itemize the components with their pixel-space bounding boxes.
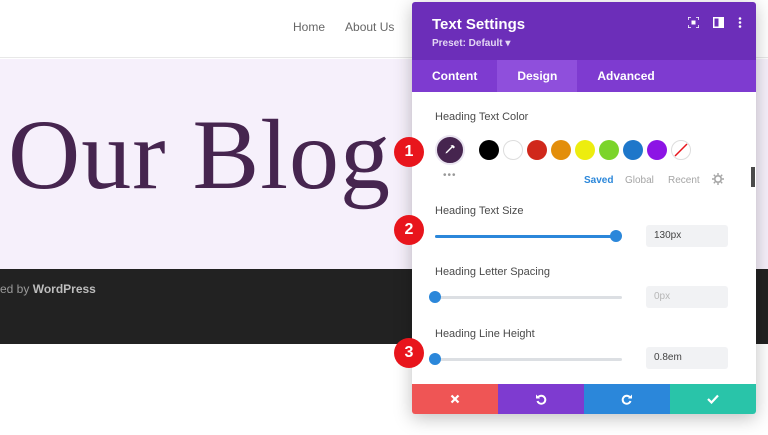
hero-title[interactable]: Our Blog (8, 105, 391, 205)
page: Home About Us S Our Blog ed by WordPress… (0, 0, 768, 435)
modal-scrollbar[interactable] (751, 167, 755, 187)
nav-item-about[interactable]: About Us (345, 20, 394, 34)
heading-letter-spacing-label: Heading Letter Spacing (435, 266, 550, 278)
heading-line-height-label: Heading Line Height (435, 328, 535, 340)
heading-text-size-slider[interactable] (435, 230, 623, 242)
swatch-orange[interactable] (551, 140, 571, 160)
preset-dropdown[interactable]: Preset: Default ▾ (432, 38, 510, 49)
swatch-clear[interactable] (671, 140, 691, 160)
more-icon[interactable] (738, 17, 742, 31)
heading-text-color-label: Heading Text Color (435, 111, 529, 123)
fullscreen-icon[interactable] (687, 16, 700, 31)
sidebar-icon[interactable] (713, 17, 724, 31)
more-colors-icon[interactable]: ••• (443, 170, 457, 181)
undo-button[interactable] (498, 384, 584, 414)
footer-credit: ed by WordPress (0, 282, 96, 296)
slider-handle[interactable] (610, 230, 623, 242)
footer-prefix: ed by (0, 282, 33, 296)
swatch-red[interactable] (527, 140, 547, 160)
heading-letter-spacing-input[interactable]: 0px (646, 286, 728, 308)
modal-tabs: Content Design Advanced (412, 60, 756, 92)
tab-advanced[interactable]: Advanced (577, 60, 674, 92)
modal-header: Text Settings Preset: Default ▾ (412, 2, 756, 60)
close-icon (450, 394, 460, 404)
tab-design[interactable]: Design (497, 60, 578, 92)
heading-letter-spacing-slider[interactable] (429, 291, 622, 303)
modal-header-icons (687, 16, 742, 31)
step-marker-3: 3 (394, 338, 424, 368)
cancel-button[interactable] (412, 384, 498, 414)
heading-line-height-input[interactable]: 0.8em (646, 347, 728, 369)
eyedropper-icon (445, 145, 455, 155)
swatch-white[interactable] (503, 140, 523, 160)
swatch-green[interactable] (599, 140, 619, 160)
slider-fill (435, 235, 617, 238)
no-color-icon (674, 143, 688, 157)
swatch-purple[interactable] (647, 140, 667, 160)
footer-brand[interactable]: WordPress (33, 282, 96, 296)
undo-icon (536, 394, 547, 405)
modal-body: Heading Text Color ••• Saved Global Rece… (412, 92, 756, 384)
slider-handle[interactable] (429, 291, 441, 303)
step-marker-2: 2 (394, 215, 424, 245)
text-settings-modal: Text Settings Preset: Default ▾ Content … (412, 2, 756, 414)
gear-icon[interactable] (712, 173, 724, 188)
main-nav: Home About Us S (293, 20, 422, 34)
redo-button[interactable] (584, 384, 670, 414)
nav-item-home[interactable]: Home (293, 20, 325, 34)
slider-handle[interactable] (429, 353, 441, 365)
color-picker-button[interactable] (435, 135, 465, 165)
palette-recent[interactable]: Recent (668, 175, 700, 186)
redo-icon (621, 394, 632, 405)
checkmark-icon (707, 394, 719, 404)
swatch-yellow[interactable] (575, 140, 595, 160)
step-marker-1: 1 (394, 137, 424, 167)
heading-text-size-label: Heading Text Size (435, 205, 524, 217)
modal-action-bar (412, 384, 756, 414)
save-button[interactable] (670, 384, 756, 414)
swatch-black[interactable] (479, 140, 499, 160)
heading-line-height-slider[interactable] (429, 353, 622, 365)
swatch-blue[interactable] (623, 140, 643, 160)
modal-title: Text Settings (432, 16, 526, 33)
tab-content[interactable]: Content (412, 60, 497, 92)
palette-global[interactable]: Global (625, 175, 654, 186)
palette-saved[interactable]: Saved (584, 175, 613, 186)
heading-text-size-input[interactable]: 130px (646, 225, 728, 247)
